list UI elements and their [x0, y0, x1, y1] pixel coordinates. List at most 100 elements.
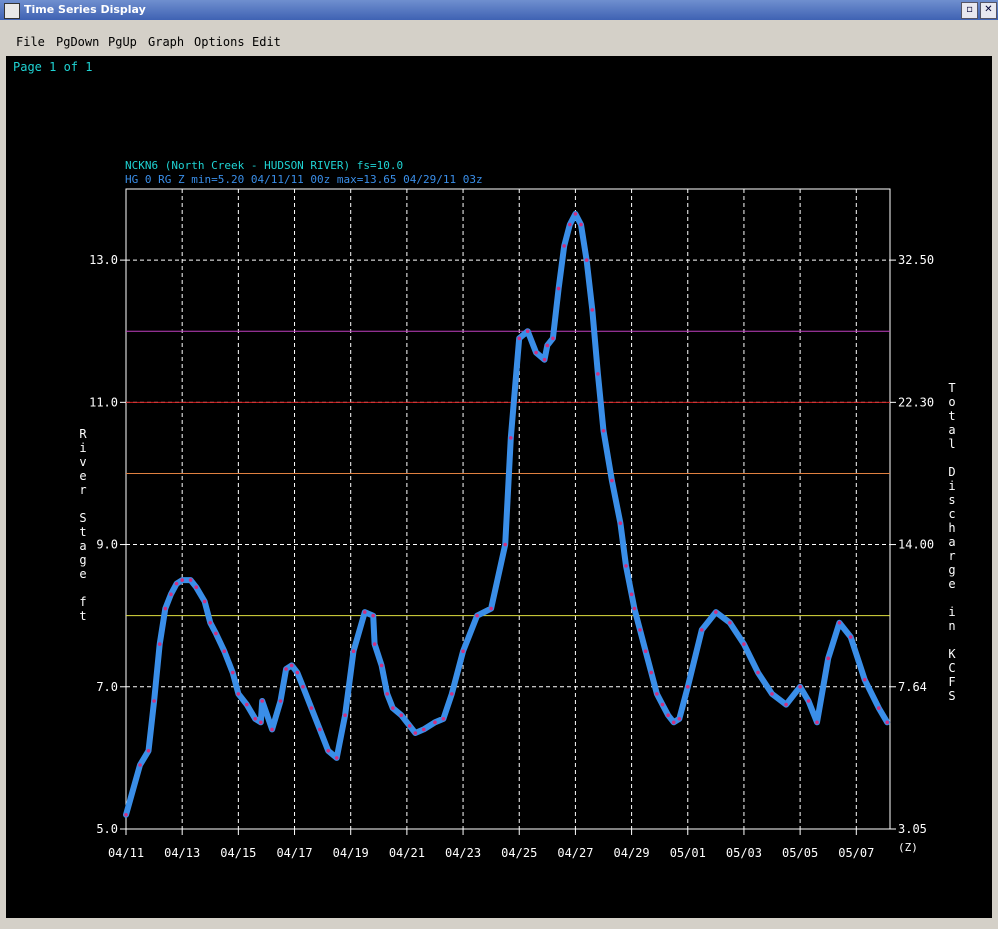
stage-series-line — [123, 210, 891, 818]
data-point — [301, 684, 305, 689]
status-bar — [0, 918, 998, 929]
data-point — [236, 692, 241, 696]
x-tick-label: 04/19 — [333, 846, 369, 860]
y-tick-label: 9.0 — [96, 538, 118, 552]
data-point — [289, 663, 294, 668]
x-tick-label: 04/11 — [108, 846, 144, 860]
data-point — [188, 578, 193, 582]
data-point — [441, 716, 446, 721]
menu-pgup[interactable]: PgUp — [108, 35, 137, 49]
menu-bar: File PgDown PgUp Graph Options Edit — [4, 26, 992, 56]
data-point — [475, 613, 479, 618]
data-point — [534, 350, 538, 355]
x-axis-unit-label: (Z) — [898, 841, 918, 854]
data-point — [174, 581, 179, 586]
data-point — [284, 667, 288, 671]
x-tick-label: 04/17 — [276, 846, 312, 860]
data-point — [677, 716, 682, 721]
y-tick-label: 7.0 — [96, 680, 118, 694]
data-point — [326, 748, 331, 753]
data-point — [270, 727, 274, 732]
y-tick-label: 5.0 — [96, 822, 118, 836]
menu-options[interactable]: Options — [194, 35, 245, 49]
data-point — [885, 720, 889, 725]
data-point — [194, 585, 199, 590]
data-point — [837, 620, 842, 625]
data-point — [542, 357, 547, 362]
y-axis-title: River Stage ft — [79, 427, 87, 623]
data-point — [525, 329, 530, 334]
data-point — [584, 258, 589, 262]
x-tick-label: 05/05 — [782, 846, 818, 860]
data-point — [618, 521, 623, 526]
y-tick-label: 11.0 — [89, 395, 118, 409]
data-point — [372, 642, 377, 646]
data-point — [489, 606, 493, 611]
data-point — [742, 642, 746, 646]
data-point — [632, 606, 637, 611]
x-tick-label: 04/15 — [220, 846, 256, 860]
data-point — [517, 336, 522, 341]
data-point — [362, 610, 367, 614]
data-point — [671, 720, 676, 725]
data-point — [334, 756, 339, 760]
data-point — [351, 649, 356, 654]
data-point — [259, 720, 263, 725]
window-title-bar: Time Series Display ▫ ✕ — [0, 0, 998, 20]
graph-canvas[interactable]: Page 1 of 1 NCKN6 (North Creek - HUDSON … — [6, 56, 992, 918]
close-icon[interactable]: ✕ — [980, 2, 997, 19]
data-point — [421, 727, 426, 732]
data-point — [655, 692, 659, 696]
data-point — [450, 692, 454, 696]
data-point — [579, 222, 583, 227]
data-point — [573, 212, 578, 216]
time-series-chart[interactable]: NCKN6 (North Creek - HUDSON RIVER) fs=10… — [6, 56, 992, 918]
data-point — [379, 663, 384, 668]
x-tick-label: 05/03 — [726, 846, 762, 860]
y2-tick-label: 32.50 — [898, 253, 934, 267]
page-indicator: Page 1 of 1 — [13, 60, 93, 74]
data-point — [138, 763, 142, 767]
data-point — [660, 702, 665, 707]
data-point — [826, 656, 831, 661]
data-point — [399, 713, 404, 718]
data-point — [278, 699, 283, 703]
data-point — [391, 706, 395, 710]
data-point — [815, 720, 819, 725]
data-point — [169, 592, 173, 597]
data-point — [685, 684, 690, 689]
menu-pgdown[interactable]: PgDown — [56, 35, 99, 49]
data-point — [230, 670, 235, 675]
data-point — [385, 692, 390, 696]
data-point — [157, 642, 162, 646]
data-point — [806, 699, 811, 703]
data-point — [798, 684, 802, 689]
y-tick-label: 13.0 — [89, 253, 118, 267]
data-point — [728, 620, 732, 625]
data-point — [433, 720, 437, 725]
data-point — [784, 702, 788, 707]
data-point — [601, 428, 606, 433]
x-tick-label: 05/01 — [670, 846, 706, 860]
data-point — [309, 706, 314, 710]
y2-tick-label: 3.05 — [898, 822, 927, 836]
data-point — [666, 713, 670, 718]
data-point — [610, 478, 614, 483]
app-icon — [4, 3, 20, 19]
menu-graph[interactable]: Graph — [148, 35, 184, 49]
data-point — [756, 670, 760, 675]
data-point — [407, 724, 412, 728]
menu-edit[interactable]: Edit — [252, 35, 281, 49]
stage-series — [123, 210, 891, 818]
data-point — [214, 631, 218, 636]
maximize-icon[interactable]: ▫ — [961, 2, 978, 19]
data-point — [124, 812, 128, 817]
data-point — [649, 670, 654, 675]
x-tick-label: 04/25 — [501, 846, 537, 860]
data-point — [318, 727, 322, 732]
menu-file[interactable]: File — [16, 35, 45, 49]
data-point — [714, 610, 718, 614]
data-point — [260, 699, 265, 703]
data-point — [146, 748, 151, 753]
data-point — [624, 564, 628, 568]
